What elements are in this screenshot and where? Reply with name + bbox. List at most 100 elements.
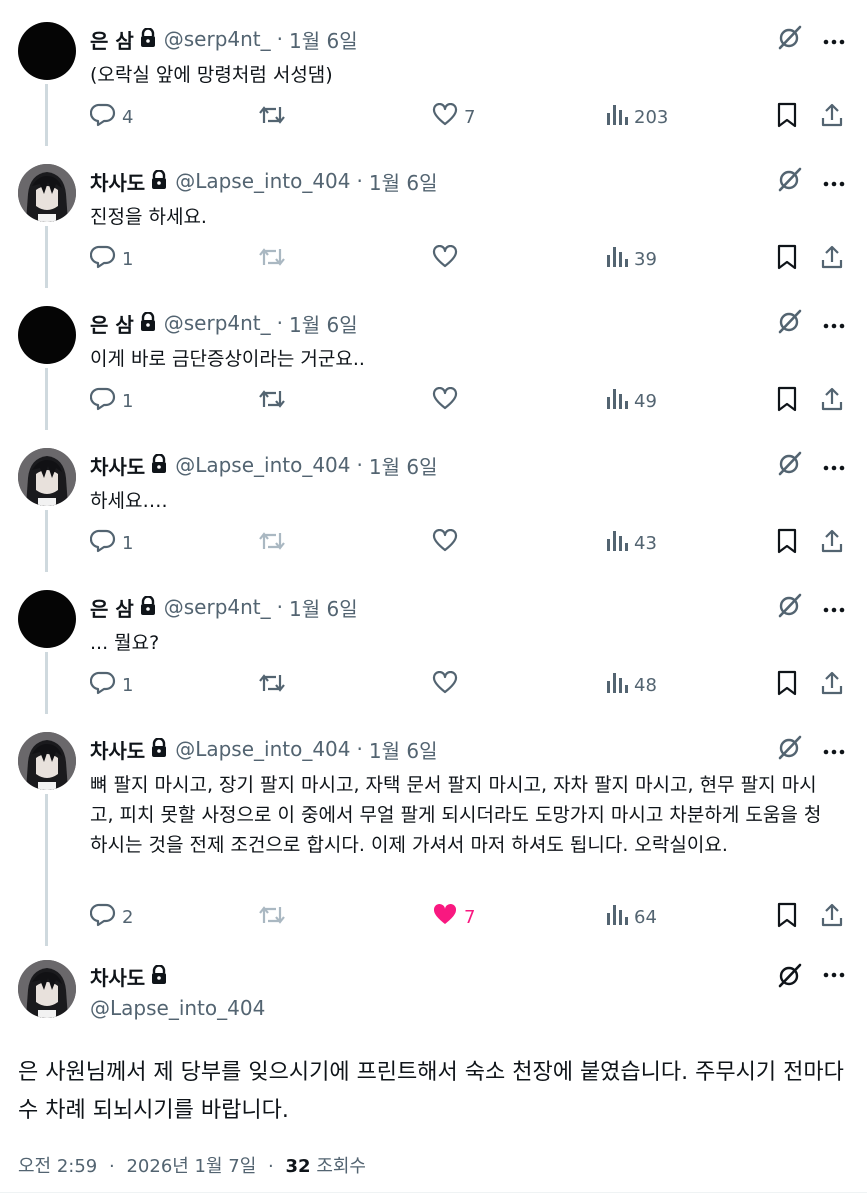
share-button[interactable]: [820, 244, 844, 274]
tweet-actions: 4 7 203: [89, 102, 845, 132]
tweet-date[interactable]: 1월 6일: [369, 167, 438, 196]
tweet-date[interactable]: 1월 6일: [369, 735, 438, 764]
share-button[interactable]: [820, 386, 844, 416]
retweet-button[interactable]: [258, 102, 292, 132]
views-button[interactable]: 39: [606, 244, 657, 274]
like-button[interactable]: [432, 528, 464, 558]
avatar[interactable]: [18, 306, 76, 364]
author-name[interactable]: 은 삼: [90, 25, 134, 54]
thread-line: [45, 510, 48, 572]
tweet[interactable]: 은 삼 @serp4nt_ · 1월 6일 ... 뭘요? 1 48: [0, 568, 867, 714]
avatar[interactable]: [18, 590, 76, 648]
share-button[interactable]: [820, 670, 844, 700]
bookmark-button[interactable]: [776, 528, 798, 558]
bookmark-button[interactable]: [776, 902, 798, 932]
bookmark-icon: [776, 386, 798, 417]
retweet-button[interactable]: [258, 528, 292, 558]
tweet-text: 진정을 하세요.: [90, 206, 207, 228]
retweet-button[interactable]: [258, 902, 292, 932]
tweet[interactable]: 차사도 @Lapse_into_404 · 1월 6일 뼈 팔지 마시고, 장기…: [0, 710, 867, 946]
share-button[interactable]: [820, 102, 844, 132]
tweet-date[interactable]: 2026년 1월 7일: [126, 1156, 256, 1177]
author-name[interactable]: 차사도: [90, 451, 145, 480]
more-icon[interactable]: [823, 30, 845, 49]
thread-line: [45, 652, 48, 714]
retweet-button[interactable]: [258, 386, 292, 416]
views-button[interactable]: 48: [606, 670, 657, 700]
avatar[interactable]: [18, 448, 76, 506]
main-author-handle[interactable]: @Lapse_into_404: [90, 996, 265, 1020]
bookmark-button[interactable]: [776, 386, 798, 416]
like-button[interactable]: 7: [432, 902, 475, 932]
grok-icon[interactable]: [777, 734, 803, 764]
share-button[interactable]: [820, 528, 844, 558]
more-icon[interactable]: [823, 172, 845, 191]
bookmark-button[interactable]: [776, 102, 798, 132]
retweet-icon: [258, 103, 286, 132]
author-name[interactable]: 은 삼: [90, 309, 134, 338]
bookmark-icon: [776, 244, 798, 275]
share-button[interactable]: [820, 902, 844, 932]
retweet-button[interactable]: [258, 670, 292, 700]
tweet[interactable]: 은 삼 @serp4nt_ · 1월 6일 (오락실 앞에 망령처럼 서성댐) …: [0, 0, 867, 146]
views-button[interactable]: 49: [606, 386, 657, 416]
bookmark-button[interactable]: [776, 244, 798, 274]
author-name[interactable]: 차사도: [90, 167, 145, 196]
bookmark-icon: [776, 528, 798, 559]
like-button[interactable]: [432, 386, 464, 416]
separator: ·: [276, 595, 284, 619]
like-button[interactable]: [432, 670, 464, 700]
author-handle[interactable]: @serp4nt_: [164, 27, 271, 51]
more-icon[interactable]: [823, 314, 845, 333]
views-button[interactable]: 203: [606, 102, 668, 132]
grok-icon[interactable]: [777, 24, 803, 54]
bookmark-button[interactable]: [776, 670, 798, 700]
reply-button[interactable]: 1: [89, 528, 133, 558]
reply-button[interactable]: 1: [89, 244, 133, 274]
tweet[interactable]: 은 삼 @serp4nt_ · 1월 6일 이게 바로 금단증상이라는 거군요.…: [0, 284, 867, 430]
tweet[interactable]: 차사도 @Lapse_into_404 · 1월 6일 하세요…. 1 43: [0, 426, 867, 572]
author-name[interactable]: 차사도: [90, 735, 145, 764]
tweet-header-actions: [777, 450, 845, 480]
like-icon: [432, 244, 458, 274]
author-name[interactable]: 은 삼: [90, 593, 134, 622]
author-handle[interactable]: @serp4nt_: [164, 311, 271, 335]
tweet-date[interactable]: 1월 6일: [289, 309, 358, 338]
retweet-button[interactable]: [258, 244, 292, 274]
tweet-time[interactable]: 오전 2:59: [18, 1156, 97, 1177]
more-icon[interactable]: [823, 740, 845, 759]
grok-icon[interactable]: [777, 592, 803, 622]
author-name[interactable]: 차사도: [90, 962, 145, 991]
grok-icon[interactable]: [777, 450, 803, 480]
tweet-date[interactable]: 1월 6일: [369, 451, 438, 480]
views-count: 43: [634, 532, 657, 554]
more-icon[interactable]: [823, 598, 845, 617]
author-handle[interactable]: @Lapse_into_404: [175, 169, 350, 193]
avatar[interactable]: [18, 22, 76, 80]
retweet-icon: [258, 671, 286, 700]
reply-button[interactable]: 2: [89, 902, 133, 932]
author-handle[interactable]: @Lapse_into_404: [175, 737, 350, 761]
more-icon[interactable]: [823, 972, 845, 978]
avatar[interactable]: [18, 732, 76, 790]
tweet[interactable]: 차사도 @Lapse_into_404 · 1월 6일 진정을 하세요. 1 3…: [0, 142, 867, 288]
reply-button[interactable]: 1: [89, 670, 133, 700]
thread: 은 삼 @serp4nt_ · 1월 6일 (오락실 앞에 망령처럼 서성댐) …: [0, 0, 867, 946]
more-icon[interactable]: [823, 456, 845, 475]
grok-icon[interactable]: [777, 166, 803, 196]
author-handle[interactable]: @Lapse_into_404: [175, 453, 350, 477]
views-button[interactable]: 43: [606, 528, 657, 558]
avatar[interactable]: [18, 164, 76, 222]
tweet-date[interactable]: 1월 6일: [289, 25, 358, 54]
avatar[interactable]: [18, 960, 76, 1018]
grok-icon[interactable]: [777, 308, 803, 338]
like-button[interactable]: [432, 244, 464, 274]
like-button[interactable]: 7: [432, 102, 475, 132]
reply-button[interactable]: 4: [89, 102, 133, 132]
grok-icon[interactable]: [777, 962, 803, 988]
views-button[interactable]: 64: [606, 902, 657, 932]
author-handle[interactable]: @serp4nt_: [164, 595, 271, 619]
tweet-date[interactable]: 1월 6일: [289, 593, 358, 622]
reply-button[interactable]: 1: [89, 386, 133, 416]
main-author-name[interactable]: 차사도: [90, 962, 175, 991]
